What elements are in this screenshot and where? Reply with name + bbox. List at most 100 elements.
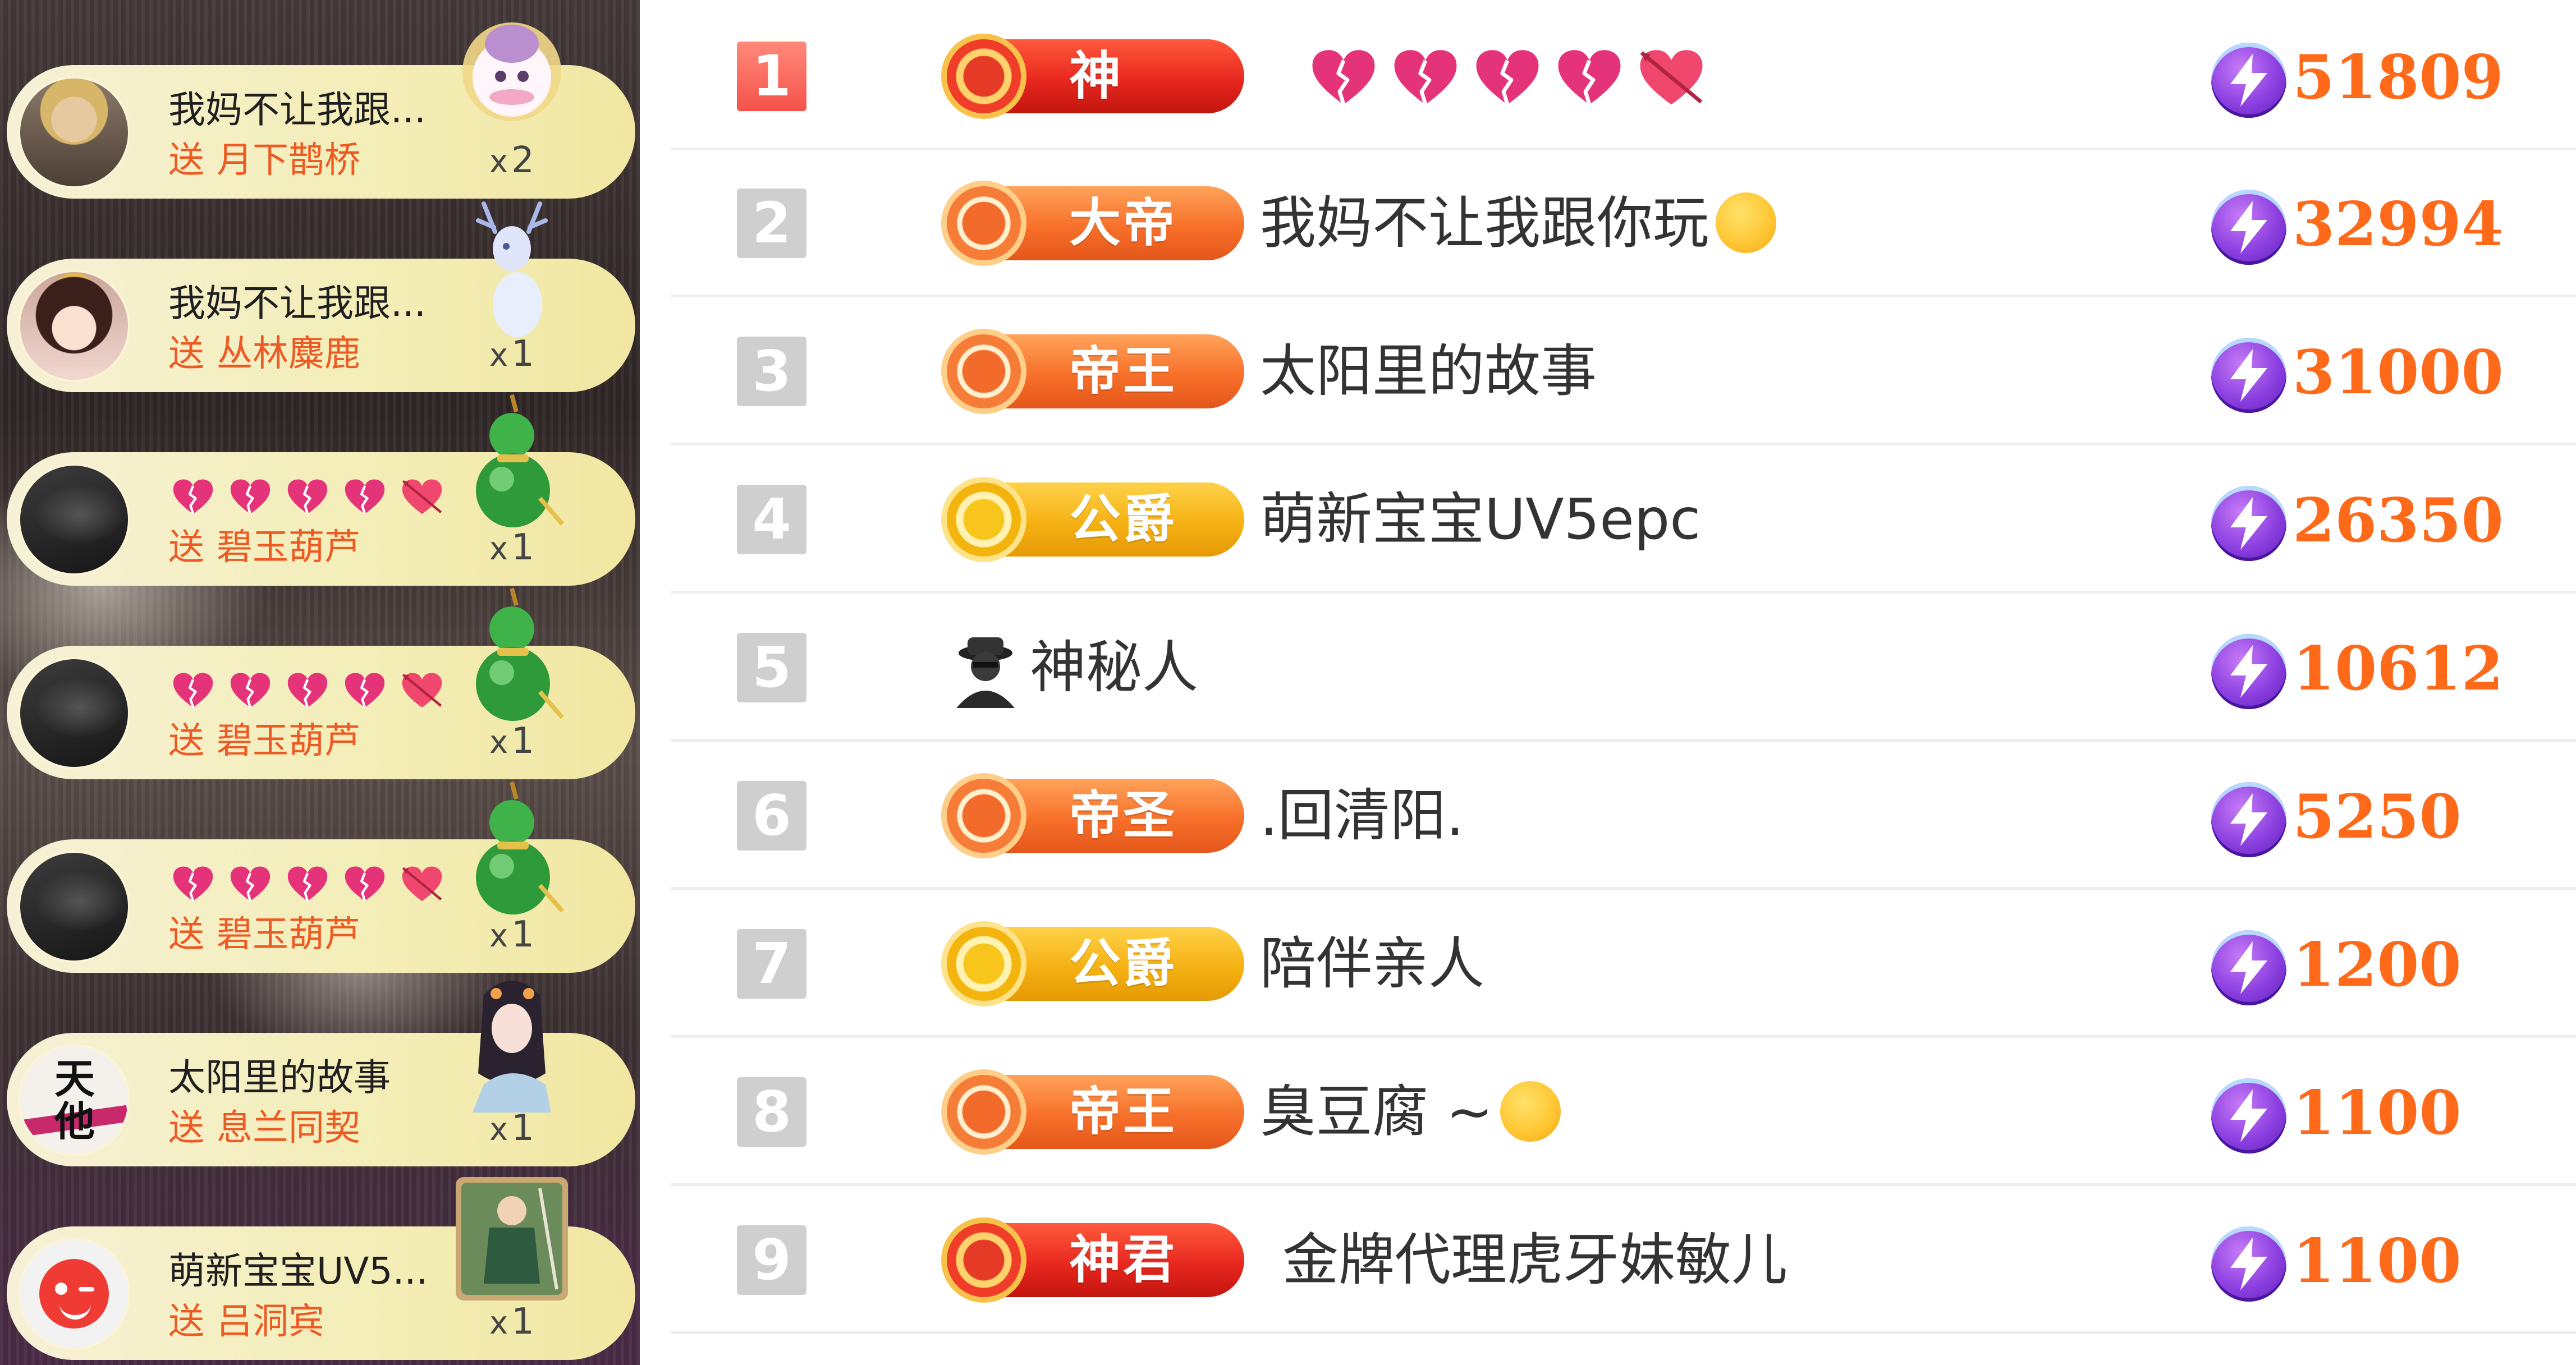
rank-number: 7 <box>737 929 806 999</box>
badge-label: 大帝 <box>1069 193 1177 253</box>
gift-message: 送碧玉葫芦 x1 <box>7 392 640 586</box>
avatar-dark[interactable] <box>18 657 130 769</box>
gift-name: 息兰同契 <box>217 1107 360 1149</box>
rank-row[interactable]: 6 帝圣 .回清阳. 5250 <box>671 742 2576 890</box>
rank-number: 9 <box>737 1225 806 1295</box>
fairy-icon <box>450 972 574 1113</box>
broken-heart-icon <box>172 866 214 903</box>
rank-row[interactable]: 9 神君 金牌代理虎牙妹敏儿 1100 <box>671 1186 2576 1334</box>
gift-verb: 送 <box>168 140 204 181</box>
rank-number: 4 <box>737 485 806 554</box>
gourd-icon <box>450 585 574 725</box>
gift-description: 送碧玉葫芦 <box>168 912 360 957</box>
user-name-hearts <box>1310 47 1704 109</box>
broken-heart-icon <box>1556 49 1622 107</box>
gift-description: 送月下鹊桥 <box>168 138 360 183</box>
arrow-heart-icon <box>401 866 443 903</box>
lightning-icon <box>2211 190 2286 265</box>
user-name[interactable]: 太阳里的故事 <box>1260 333 1597 410</box>
user-name[interactable]: 神秘人 <box>1030 629 1198 706</box>
rank-row[interactable]: 4 公爵 萌新宝宝UV5epc 26350 <box>671 445 2576 594</box>
gift-message: 我妈不让我跟... 送丛林麋鹿 x1 <box>7 198 640 392</box>
sender-name: 萌新宝宝UV5... <box>168 1249 428 1293</box>
badge-emblem-icon <box>941 921 1026 1006</box>
contribution-score: 1200 <box>2293 930 2462 1000</box>
badge-label: 公爵 <box>1069 489 1177 549</box>
rank-number: 6 <box>737 781 806 851</box>
rank-row[interactable]: 5 神秘人 10612 <box>671 594 2576 742</box>
arrow-heart-icon <box>401 479 443 516</box>
contribution-rank-list: 1 神 51809 2 大帝 我妈不让我跟你玩 32994 3 帝王 太阳里的故… <box>640 0 2576 1365</box>
avatar-dark[interactable] <box>18 463 130 576</box>
broken-heart-icon <box>1310 49 1377 107</box>
gift-message: 送碧玉葫芦 x1 <box>7 585 640 779</box>
gift-description: 送碧玉葫芦 <box>168 525 360 570</box>
badge-label: 帝王 <box>1069 341 1177 401</box>
sender-name-hearts <box>172 475 443 520</box>
rank-number: 2 <box>737 189 806 258</box>
sender-name: 我妈不让我跟... <box>168 88 426 131</box>
contribution-score: 1100 <box>2293 1078 2462 1148</box>
gift-verb: 送 <box>168 527 204 568</box>
broken-heart-icon <box>172 672 214 709</box>
user-name[interactable]: 萌新宝宝UV5epc <box>1260 481 1700 558</box>
gift-message: 送碧玉葫芦 x1 <box>7 779 640 973</box>
broken-heart-icon <box>230 479 271 516</box>
lightning-icon <box>2211 1226 2286 1302</box>
avatar-girl[interactable] <box>18 270 130 382</box>
gift-description: 送碧玉葫芦 <box>168 719 360 764</box>
rank-row[interactable]: 1 神 51809 <box>671 2 2576 150</box>
gift-message: 萌新宝宝UV5... 送吕洞宾 x1 <box>7 1166 640 1360</box>
rank-row[interactable]: 3 帝王 太阳里的故事 31000 <box>671 297 2576 445</box>
rank-number: 5 <box>737 633 806 702</box>
gift-name: 吕洞宾 <box>217 1301 324 1343</box>
broken-heart-icon <box>287 672 328 709</box>
lightning-icon <box>2211 930 2286 1005</box>
user-name[interactable]: 陪伴亲人 <box>1260 926 1484 1002</box>
gift-verb: 送 <box>168 1107 204 1149</box>
eye-roll-emoji <box>1716 192 1776 253</box>
broken-heart-icon <box>344 479 386 516</box>
avatar-calligraphy[interactable]: 天他 <box>18 1044 130 1156</box>
gourd-icon <box>450 392 574 532</box>
user-name[interactable]: 金牌代理虎牙妹敏儿 <box>1282 1222 1787 1298</box>
badge-label: 公爵 <box>1069 934 1177 994</box>
gift-name: 碧玉葫芦 <box>217 914 360 955</box>
gift-name: 月下鹊桥 <box>217 140 360 181</box>
rank-number: 3 <box>737 337 806 406</box>
user-name[interactable]: .回清阳. <box>1260 778 1464 854</box>
gift-description: 送息兰同契 <box>168 1106 360 1151</box>
user-name[interactable]: 臭豆腐 ~ <box>1260 1074 1561 1150</box>
broken-heart-icon <box>1474 49 1541 107</box>
arrow-heart-icon <box>401 672 443 709</box>
avatar-red-wink[interactable] <box>18 1238 130 1350</box>
sender-name-hearts <box>172 862 443 907</box>
deer-icon <box>450 198 574 338</box>
badge-emblem-icon <box>941 181 1026 266</box>
arrow-heart-icon <box>1638 49 1704 107</box>
sender-name: 我妈不让我跟... <box>168 282 426 325</box>
rank-row[interactable]: 8 帝王 臭豆腐 ~ 1100 <box>671 1038 2576 1186</box>
gift-description: 送丛林麋鹿 <box>168 332 360 376</box>
lightning-icon <box>2211 1078 2286 1153</box>
lightning-icon <box>2211 338 2286 413</box>
badge-emblem-icon <box>941 1217 1026 1303</box>
user-name[interactable]: 我妈不让我跟你玩 <box>1260 185 1776 261</box>
rank-row[interactable]: 2 大帝 我妈不让我跟你玩 32994 <box>671 149 2576 297</box>
badge-label: 帝王 <box>1069 1082 1177 1142</box>
gift-message: 我妈不让我跟... 送月下鹊桥 x2 <box>7 4 640 199</box>
rank-row[interactable]: 7 公爵 陪伴亲人 1200 <box>671 890 2576 1038</box>
lightning-icon <box>2211 634 2286 709</box>
gift-verb: 送 <box>168 914 204 955</box>
gift-name: 丛林麋鹿 <box>217 333 360 375</box>
badge-emblem-icon <box>941 329 1026 414</box>
sender-name-hearts <box>172 668 443 713</box>
mystery-user-icon <box>948 634 1023 708</box>
badge-label: 神君 <box>1069 1230 1177 1290</box>
avatar-dark[interactable] <box>18 851 130 963</box>
broken-heart-icon <box>287 866 328 903</box>
badge-emblem-icon <box>941 773 1026 858</box>
gift-description: 送吕洞宾 <box>168 1299 324 1344</box>
avatar-photo-1[interactable] <box>18 76 130 189</box>
gift-message: 天他 太阳里的故事 送息兰同契 x1 <box>7 972 640 1166</box>
